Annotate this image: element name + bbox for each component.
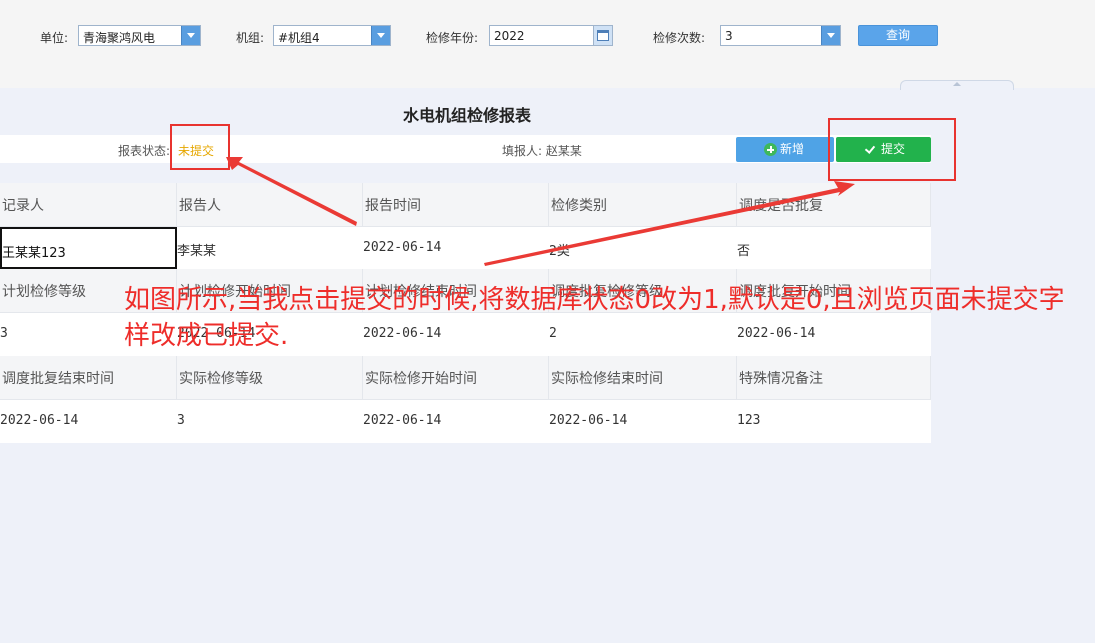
table-cell[interactable]: 3 [177,400,363,443]
table-cell[interactable]: 否 [737,227,931,269]
count-value: 3 [725,29,733,43]
annotation-box-submit [828,118,956,181]
header-cell: 特殊情况备注 [737,356,931,399]
calendar-icon [597,30,609,41]
machine-value: #机组4 [278,31,320,45]
calendar-button[interactable] [593,26,612,45]
report-title: 水电机组检修报表 [402,106,531,125]
chevron-down-icon[interactable] [181,26,200,45]
year-value: 2022 [494,29,525,43]
header-cell: 检修类别 [549,183,737,226]
unit-value: 青海聚鸿风电 [83,31,156,45]
unit-label: 单位: [40,31,69,45]
annotation-text: 如图所示,当我点击提交的时候,将数据库状态0改为1,默认是0,且浏览页面未提交字… [124,285,1065,351]
table-cell[interactable]: 2类 [549,227,737,269]
table-cell[interactable]: 2022-06-14 [363,400,549,443]
plus-icon [764,143,777,156]
machine-label: 机组: [236,31,265,45]
count-select[interactable]: 3 [720,25,841,46]
unit-select[interactable]: 青海聚鸿风电 [78,25,201,46]
table-header-row: 记录人 报告人 报告时间 检修类别 调度是否批复 [0,183,931,227]
header-cell: 实际检修结束时间 [549,356,737,399]
table-cell[interactable]: 李某某 [177,227,363,269]
chevron-down-icon[interactable] [371,26,390,45]
table-cell[interactable]: 123 [737,400,931,443]
table-cell[interactable]: 2022-06-14 [0,400,177,443]
filler-label: 填报人: 赵某某 [502,144,582,158]
header-cell: 报告人 [177,183,363,226]
table-row: 2022-06-14 3 2022-06-14 2022-06-14 123 [0,400,931,443]
status-label: 报表状态: [118,144,171,158]
table-cell[interactable]: 2022-06-14 [549,400,737,443]
add-button[interactable]: 新增 [736,137,834,162]
annotation-box-status [170,124,230,170]
header-cell: 记录人 [0,183,177,226]
header-cell: 报告时间 [363,183,549,226]
table-row: 王某某123 李某某 2022-06-14 2类 否 [0,227,931,269]
header-cell: 实际检修开始时间 [363,356,549,399]
collapse-toggle[interactable] [900,80,1014,90]
filter-bar: 单位: 青海聚鸿风电 机组: #机组4 检修年份: 2022 检修次数: 3 查… [0,0,1095,88]
count-label: 检修次数: [653,31,706,45]
table-header-row: 调度批复结束时间 实际检修等级 实际检修开始时间 实际检修结束时间 特殊情况备注 [0,356,931,400]
header-cell: 调度批复结束时间 [0,356,177,399]
query-button[interactable]: 查询 [858,25,938,46]
recorder-cell[interactable]: 王某某123 [0,227,177,269]
add-button-label: 新增 [780,142,805,156]
chevron-down-icon[interactable] [821,26,840,45]
table-cell[interactable]: 2022-06-14 [363,227,549,269]
machine-select[interactable]: #机组4 [273,25,391,46]
header-cell: 实际检修等级 [177,356,363,399]
year-label: 检修年份: [426,31,479,45]
year-date-input[interactable]: 2022 [489,25,613,46]
header-cell: 调度是否批复 [737,183,931,226]
